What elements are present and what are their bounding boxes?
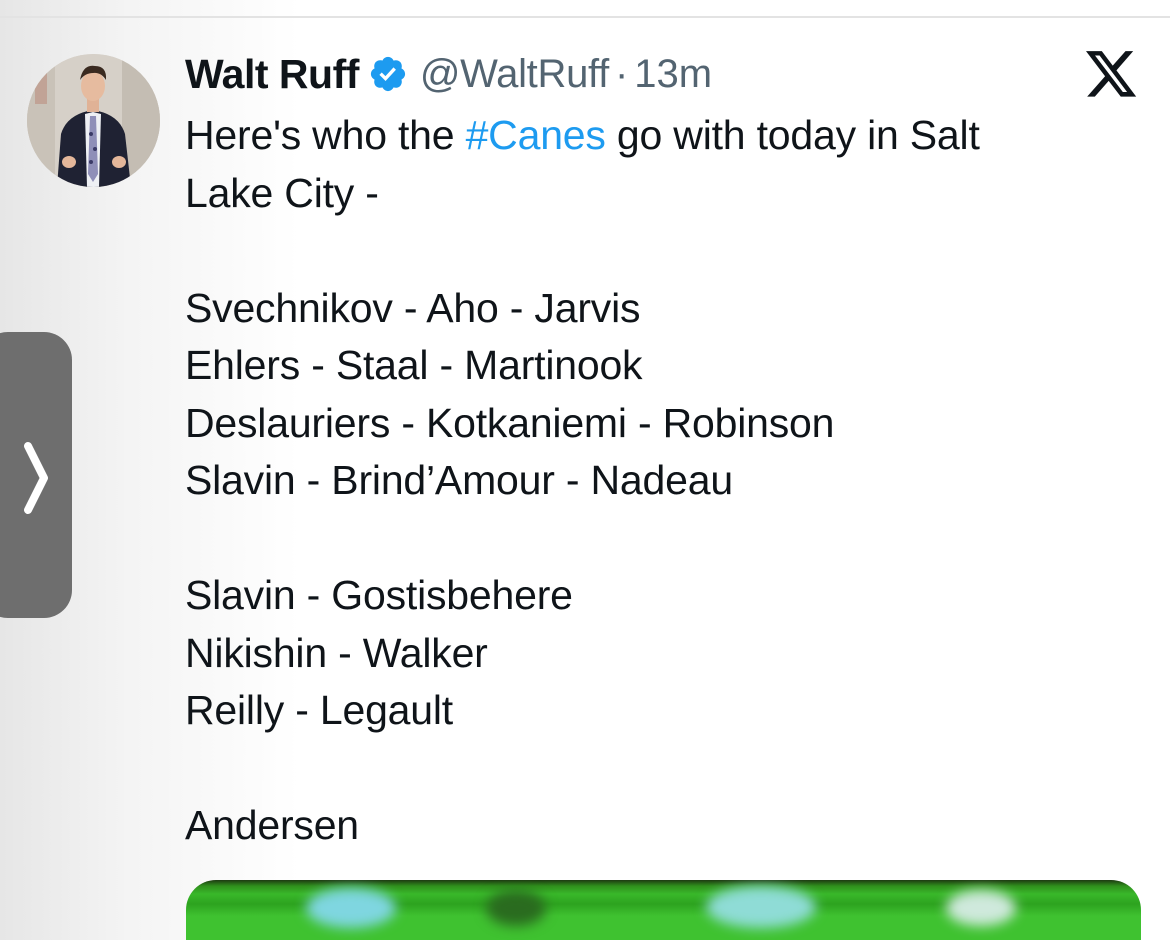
defense-pair-3: Reilly - Legault: [185, 687, 453, 733]
tweet-timestamp[interactable]: 13m: [634, 52, 712, 97]
forward-line-3: Deslauriers - Kotkaniemi - Robinson: [185, 399, 835, 446]
forward-line-1: Svechnikov - Aho - Jarvis: [185, 284, 641, 331]
forward-line-4: Slavin - Brind’Amour - Nadeau: [185, 457, 733, 503]
defense-pair-1: Slavin - Gostisbehere: [185, 572, 573, 618]
text-segment: go with today in Salt: [605, 112, 980, 158]
x-logo-icon[interactable]: [1086, 50, 1138, 100]
forward-line-2: Ehlers - Staal - Martinook: [185, 342, 643, 388]
top-divider: [0, 16, 1170, 18]
defense-pair-2: Nikishin - Walker: [185, 629, 488, 676]
author-handle[interactable]: @WaltRuff: [420, 52, 609, 97]
chevron-right-icon[interactable]: [20, 440, 50, 516]
verified-badge-icon: [368, 54, 408, 94]
tweet-text-line: Here's who the #Canes go with today in S…: [185, 107, 1135, 165]
tweet-media-image[interactable]: [186, 880, 1141, 940]
tweet-text-line: Lake City -: [185, 169, 379, 216]
author-name[interactable]: Walt Ruff: [185, 51, 359, 98]
hashtag-link[interactable]: #Canes: [466, 112, 606, 158]
header-separator: ·: [614, 51, 629, 96]
tweet-header: Walt Ruff @WaltRuff · 13m: [185, 48, 712, 100]
avatar-photo: [27, 54, 160, 187]
avatar[interactable]: [27, 54, 160, 187]
goalie-line: Andersen: [185, 802, 359, 848]
text-segment: Here's who the: [185, 112, 466, 158]
tweet-text: Here's who the #Canes go with today in S…: [185, 107, 1135, 855]
